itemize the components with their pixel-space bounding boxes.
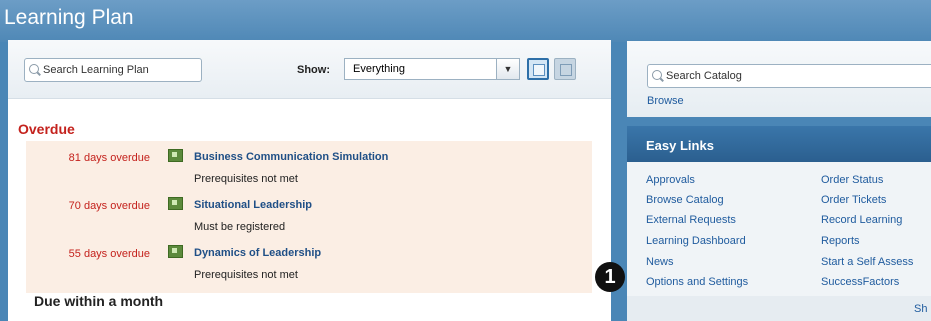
show-filter-select[interactable]: Everything ▼ bbox=[344, 58, 520, 80]
page-title: Learning Plan bbox=[4, 6, 134, 29]
learning-plan-panel: Search Learning Plan Show: Everything ▼ … bbox=[8, 40, 611, 321]
grid-view-button[interactable] bbox=[554, 58, 576, 80]
grid-view-icon bbox=[560, 64, 572, 76]
learning-plan-search-input[interactable]: Search Learning Plan bbox=[24, 58, 202, 82]
overdue-days: 81 days overdue bbox=[68, 152, 150, 164]
header-banner: Learning Plan bbox=[0, 0, 931, 42]
callout-marker: 1 bbox=[595, 262, 625, 292]
link-options-and-settings[interactable]: Options and Settings bbox=[646, 276, 748, 288]
show-filter-value: Everything bbox=[353, 63, 405, 75]
catalog-search-panel: Search Catalog Browse bbox=[627, 41, 931, 117]
browse-link[interactable]: Browse bbox=[647, 95, 684, 107]
dropdown-arrow-icon[interactable]: ▼ bbox=[496, 59, 519, 79]
course-icon bbox=[168, 197, 183, 210]
easy-links-header: Easy Links bbox=[627, 126, 931, 162]
catalog-search-input[interactable]: Search Catalog bbox=[647, 64, 931, 88]
overdue-heading: Overdue bbox=[18, 121, 75, 137]
course-icon bbox=[168, 245, 183, 258]
course-status-note: Prerequisites not met bbox=[194, 269, 298, 281]
link-approvals[interactable]: Approvals bbox=[646, 174, 695, 186]
list-view-button[interactable] bbox=[527, 58, 549, 80]
link-order-status[interactable]: Order Status bbox=[821, 174, 883, 186]
link-order-tickets[interactable]: Order Tickets bbox=[821, 194, 886, 206]
list-view-icon bbox=[533, 64, 545, 76]
show-label: Show: bbox=[297, 64, 330, 76]
course-title-link[interactable]: Situational Leadership bbox=[194, 199, 312, 211]
link-news[interactable]: News bbox=[646, 256, 674, 268]
link-learning-dashboard[interactable]: Learning Dashboard bbox=[646, 235, 746, 247]
search-icon bbox=[652, 70, 662, 80]
course-title-link[interactable]: Dynamics of Leadership bbox=[194, 247, 321, 259]
course-status-note: Prerequisites not met bbox=[194, 173, 298, 185]
link-reports[interactable]: Reports bbox=[821, 235, 860, 247]
link-external-requests[interactable]: External Requests bbox=[646, 214, 736, 226]
overdue-days: 70 days overdue bbox=[68, 200, 150, 212]
link-start-self-assessment[interactable]: Start a Self Assess bbox=[821, 256, 913, 268]
easy-links-footer: Sh bbox=[627, 296, 931, 321]
due-within-month-heading: Due within a month bbox=[34, 293, 164, 309]
overdue-days: 55 days overdue bbox=[68, 248, 150, 260]
search-icon bbox=[29, 64, 39, 74]
search-placeholder: Search Catalog bbox=[666, 70, 742, 82]
easy-links-panel: Easy Links Approvals Browse Catalog Exte… bbox=[627, 126, 931, 321]
show-more-link[interactable]: Sh bbox=[914, 303, 927, 315]
course-icon bbox=[168, 149, 183, 162]
course-title-link[interactable]: Business Communication Simulation bbox=[194, 151, 388, 163]
link-record-learning[interactable]: Record Learning bbox=[821, 214, 902, 226]
link-browse-catalog[interactable]: Browse Catalog bbox=[646, 194, 724, 206]
link-successfactors[interactable]: SuccessFactors bbox=[821, 276, 899, 288]
search-placeholder: Search Learning Plan bbox=[43, 64, 149, 76]
easy-links-title: Easy Links bbox=[646, 138, 714, 153]
course-status-note: Must be registered bbox=[194, 221, 286, 233]
